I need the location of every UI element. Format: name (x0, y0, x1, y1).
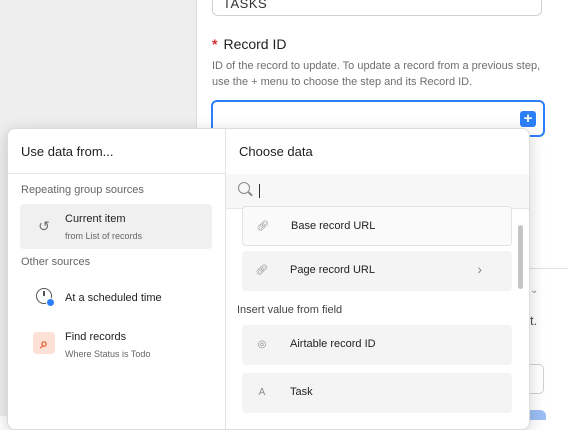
divider (8, 173, 225, 174)
data-item-label: Task (290, 386, 313, 398)
data-item-airtable-record-id[interactable]: ◎ Airtable record ID (242, 325, 512, 365)
clock-icon (36, 288, 55, 307)
chevron-down-icon: ⌄ (523, 0, 531, 2)
source-item-title: Current item (65, 213, 126, 225)
data-item-base-record-url[interactable]: 🔗︎ Base record URL (242, 206, 512, 246)
data-picker-popover: Use data from... Repeating group sources… (7, 128, 530, 430)
text-icon: A (258, 387, 266, 398)
insert-data-button[interactable]: + (520, 111, 536, 127)
search-icon (238, 182, 250, 194)
source-column-title: Use data from... (21, 144, 114, 159)
source-column: Use data from... Repeating group sources… (8, 129, 226, 429)
source-item-subtitle: Where Status is Todo (65, 349, 151, 359)
link-icon: 🔗︎ (255, 265, 269, 276)
source-item-subtitle: from List of records (65, 231, 143, 241)
source-item-title: Find records (65, 331, 127, 343)
data-item-label: Base record URL (291, 220, 376, 232)
source-item-title: At a scheduled time (65, 292, 162, 304)
table-select-value: TASKS (223, 0, 268, 11)
record-id-label-text: Record ID (223, 36, 287, 52)
undo-icon: ↺ (38, 218, 50, 234)
data-item-page-record-url[interactable]: 🔗︎ Page record URL › (242, 251, 512, 291)
table-select[interactable]: TASKS ⌄ (212, 0, 542, 16)
divider (528, 268, 568, 269)
partial-text: t. (530, 313, 538, 328)
section-label: Other sources (21, 256, 91, 268)
fingerprint-icon: ◎ (257, 339, 267, 350)
record-id-label: * Record ID (212, 36, 286, 52)
source-item-current-item[interactable]: ↺ Current item from List of records (20, 204, 212, 249)
scrollbar[interactable] (518, 225, 523, 289)
data-column: Choose data 🔗︎ Base record URL 🔗︎ Page r… (226, 129, 529, 429)
data-item-task[interactable]: A Task (242, 373, 512, 413)
source-item-scheduled-time[interactable]: At a scheduled time (20, 276, 212, 321)
record-id-help: ID of the record to update. To update a … (212, 60, 541, 88)
data-search[interactable] (226, 174, 529, 209)
data-item-label: Airtable record ID (290, 338, 376, 350)
link-icon: 🔗︎ (256, 221, 270, 232)
source-item-find-records[interactable]: ⌕ Find records Where Status is Todo (20, 322, 212, 367)
section-label: Repeating group sources (21, 184, 144, 196)
partial-input[interactable] (528, 364, 544, 394)
data-item-label: Page record URL (290, 264, 375, 276)
search-icon: ⌕ (33, 332, 55, 354)
partial-button[interactable] (528, 410, 546, 420)
data-column-title: Choose data (239, 144, 313, 159)
text-cursor (259, 184, 260, 198)
required-marker: * (212, 36, 218, 52)
section-label: Insert value from field (237, 304, 343, 316)
chevron-down-icon[interactable]: ⌄ (530, 285, 538, 296)
chevron-right-icon: › (477, 261, 482, 277)
